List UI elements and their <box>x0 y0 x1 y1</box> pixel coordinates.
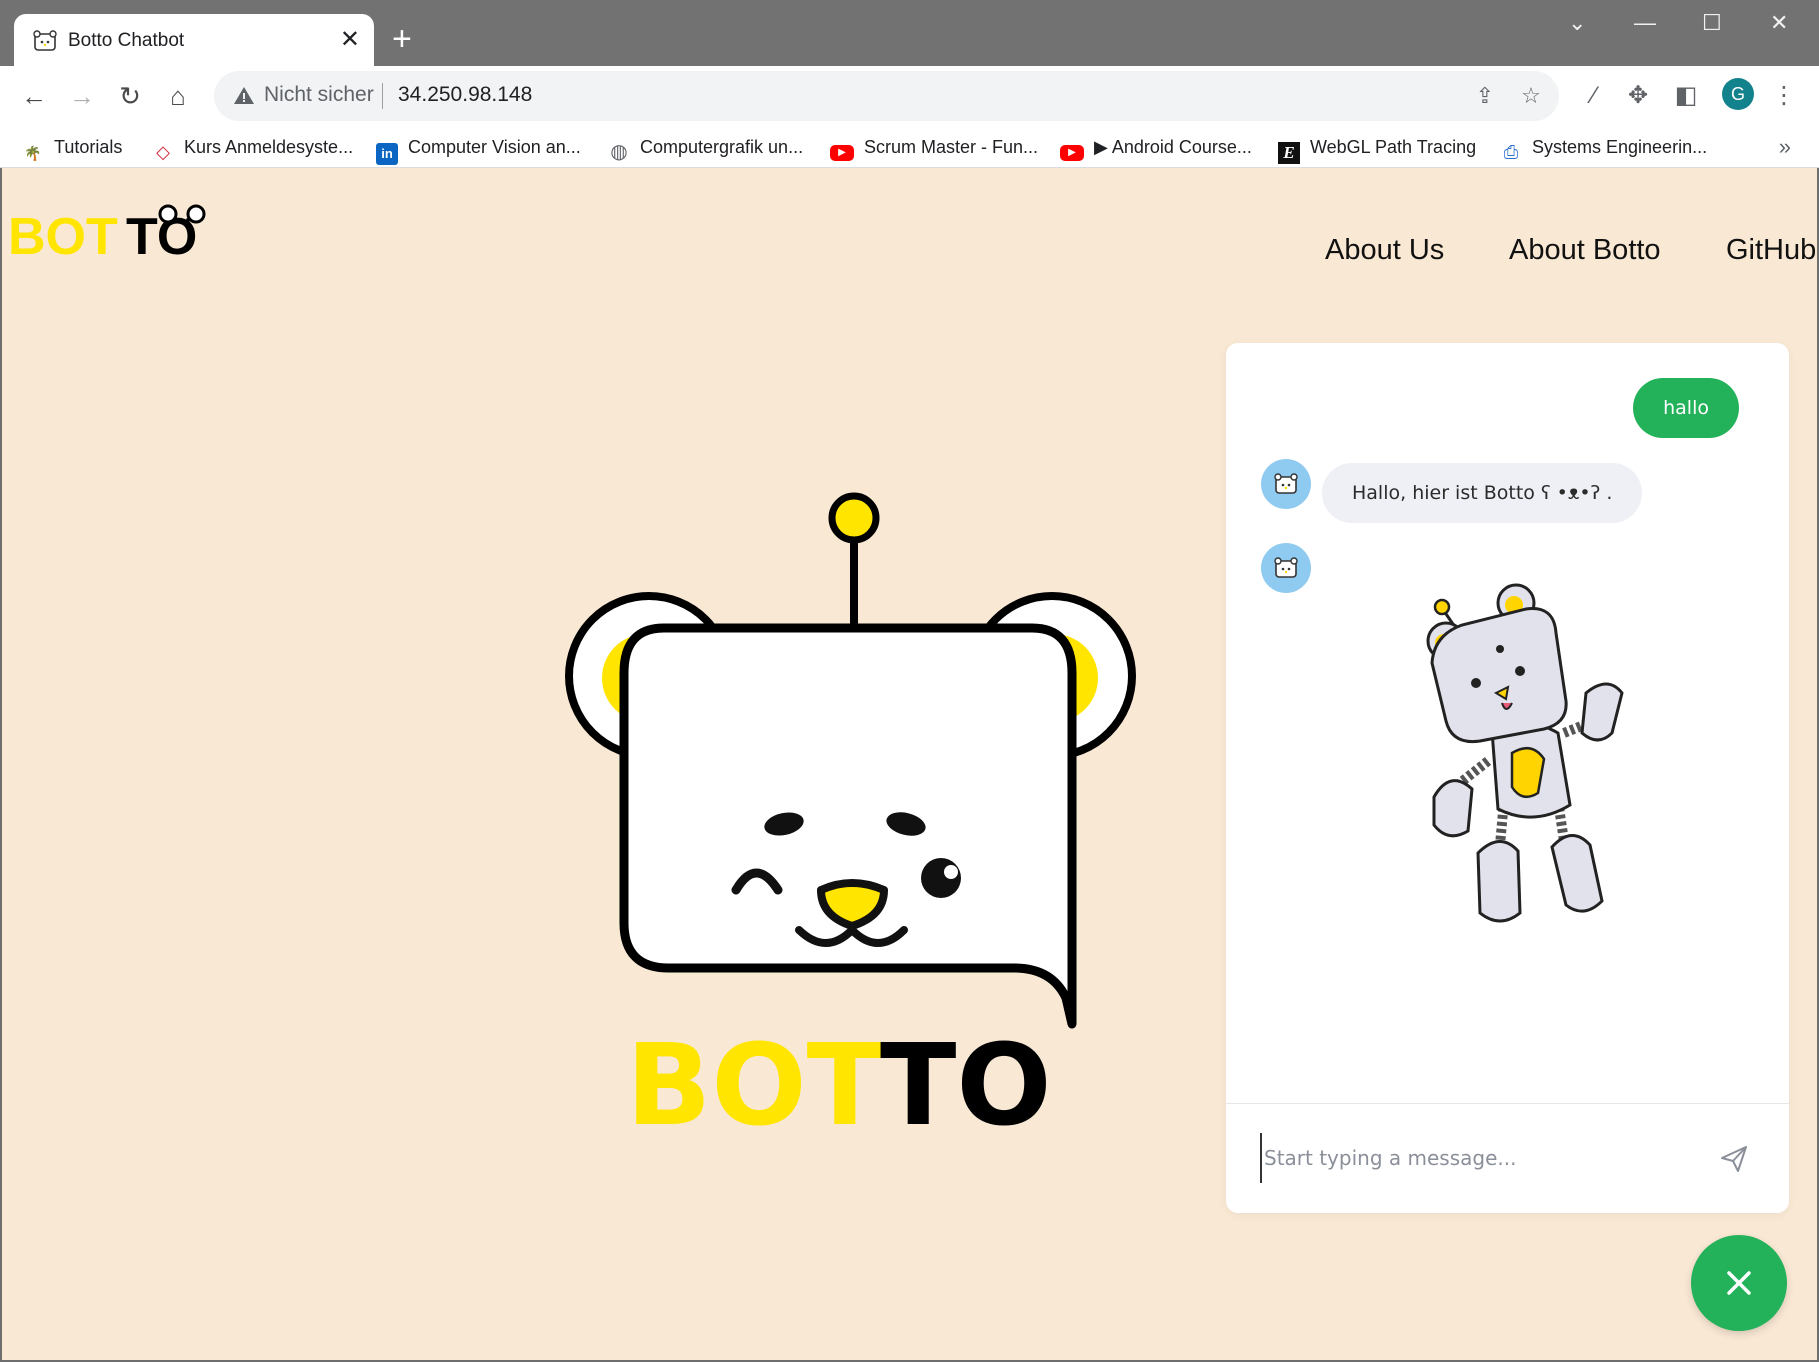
bookmark-item[interactable]: ▶ Scrum Master - Fun... <box>830 132 1038 162</box>
palm-tree-icon: 🌴 <box>24 145 42 161</box>
side-panel-icon[interactable]: ◧ <box>1670 80 1702 112</box>
omnibox-separator <box>382 83 383 109</box>
nav-about-us[interactable]: About Us <box>1325 234 1444 267</box>
home-icon[interactable]: ⌂ <box>160 78 196 114</box>
sticker-right-foot <box>1550 834 1604 913</box>
youtube-icon: ▶ <box>830 145 854 161</box>
paper-plane-icon[interactable] <box>1718 1143 1750 1175</box>
e-logo-icon: E <box>1278 142 1300 164</box>
logo-bot-text: BOT <box>8 208 118 258</box>
sticker-left-arm <box>1432 779 1474 838</box>
botto-hero-illustration: BOT TO <box>565 492 1136 1128</box>
bookmark-label: Computergrafik un... <box>640 137 804 157</box>
bookmark-label: Tutorials <box>54 137 123 157</box>
browser-titlebar: Botto Chatbot ✕ + ⌄ — ☐ ✕ <box>0 0 1819 68</box>
close-icon <box>1727 1271 1751 1295</box>
sticker-head <box>1430 607 1568 744</box>
bot-avatar <box>1261 459 1311 509</box>
sticker-antenna-ball <box>1433 598 1451 616</box>
right-eye <box>921 858 961 898</box>
bot-message-bubble: Hallo, hier ist Botto ʕ •ᴥ•ʔ . <box>1322 463 1643 523</box>
reload-icon[interactable]: ↻ <box>112 78 148 114</box>
antenna-ball <box>828 492 880 544</box>
bookmark-item[interactable]: ◍ Computergrafik un... <box>608 132 804 163</box>
pen-icon[interactable]: ⁄ <box>1578 80 1610 112</box>
bookmarks-bar: 🌴 Tutorials ◇ Kurs Anmeldesyste... in Compu… <box>0 126 1819 168</box>
logo-eye <box>176 218 180 222</box>
bookmark-item[interactable]: E WebGL Path Tracing <box>1278 132 1477 164</box>
sticker-left-foot <box>1476 840 1522 923</box>
bookmark-item[interactable]: in Computer Vision an... <box>376 132 581 165</box>
nav-github[interactable]: GitHub <box>1726 234 1816 267</box>
url-text[interactable]: 34.250.98.148 <box>398 83 532 107</box>
new-tab-button[interactable]: + <box>392 22 412 56</box>
window-close-icon[interactable]: ✕ <box>1770 10 1788 36</box>
maximize-icon[interactable]: ☐ <box>1702 10 1722 36</box>
extensions-icon[interactable]: ✥ <box>1622 80 1654 112</box>
sticker-brow <box>1496 645 1504 653</box>
hero-bot-text: BOT <box>626 1021 883 1128</box>
logo-eye <box>186 218 190 222</box>
address-bar[interactable]: Nicht sicher 34.250.98.148 ⇪ ☆ <box>214 71 1559 121</box>
tab-title: Botto Chatbot <box>68 30 185 51</box>
bookmark-label: Computer Vision an... <box>408 137 581 157</box>
globe-icon: ◍ <box>610 141 628 163</box>
sticker-belly <box>1510 746 1546 799</box>
site-logo[interactable]: BOT TO <box>6 198 206 258</box>
back-icon[interactable]: ← <box>16 78 52 114</box>
bookmark-label: Scrum Master - Fun... <box>864 137 1039 157</box>
botto-favicon-icon <box>33 30 57 51</box>
message-input[interactable] <box>1260 1133 1700 1183</box>
botto-avatar-icon <box>1274 557 1298 578</box>
linkedin-icon: in <box>376 143 398 165</box>
chat-divider <box>1226 1103 1789 1104</box>
eye-highlight <box>944 865 958 879</box>
close-chat-button[interactable] <box>1691 1235 1787 1331</box>
warning-icon <box>234 87 254 104</box>
bookmarks-overflow-button[interactable]: » <box>1779 134 1791 160</box>
nav-about-botto[interactable]: About Botto <box>1509 234 1661 267</box>
sticker-eye <box>1471 678 1481 688</box>
bookmark-item[interactable]: 🌴 Tutorials <box>22 132 122 162</box>
bookmark-item[interactable]: ▶ ▶ Android Course... <box>1060 132 1252 162</box>
share-icon[interactable]: ⇪ <box>1472 83 1498 109</box>
youtube-icon: ▶ <box>1060 145 1084 161</box>
bookmark-item[interactable]: ◇ Kurs Anmeldesyste... <box>152 132 353 162</box>
forward-icon[interactable]: → <box>64 78 100 114</box>
bookmark-label: WebGL Path Tracing <box>1310 137 1477 157</box>
bookmark-star-icon[interactable]: ☆ <box>1518 83 1544 109</box>
bookmark-label: Kurs Anmeldesyste... <box>184 137 354 157</box>
botto-robot-sticker <box>1426 583 1624 923</box>
browser-tab[interactable]: Botto Chatbot ✕ <box>14 14 374 68</box>
logo-ear-right <box>186 204 206 224</box>
document-icon: ⎙ <box>1503 142 1519 162</box>
head-bubble <box>619 623 1077 1029</box>
menu-icon[interactable]: ⋮ <box>1768 80 1800 112</box>
minimize-icon[interactable]: — <box>1634 10 1656 36</box>
bookmark-label: ▶ Android Course... <box>1094 137 1252 157</box>
tab-search-icon[interactable]: ⌄ <box>1568 10 1586 36</box>
hero-to-text: TO <box>880 1021 1052 1128</box>
bookmark-label: Systems Engineerin... <box>1532 137 1708 157</box>
tab-close-button[interactable]: ✕ <box>340 26 360 54</box>
user-message-bubble: hallo <box>1633 378 1739 438</box>
sticker-arm-joint <box>1456 757 1492 787</box>
sticker-right-arm <box>1580 682 1624 742</box>
sticker-eye <box>1515 666 1525 676</box>
bookmark-item[interactable]: ⎙ Systems Engineerin... <box>1500 132 1707 162</box>
security-label[interactable]: Nicht sicher <box>264 83 374 107</box>
botto-page: BOT TO About Us About Botto GitHub BOT T… <box>0 168 1819 1362</box>
browser-toolbar: ← → ↻ ⌂ Nicht sicher 34.250.98.148 ⇪ ☆ ⁄… <box>0 66 1819 126</box>
logo-ear-left <box>158 204 178 224</box>
red-diamond-icon: ◇ <box>156 142 170 162</box>
profile-avatar[interactable]: G <box>1722 78 1754 110</box>
bot-avatar <box>1261 543 1311 593</box>
botto-avatar-icon <box>1274 473 1298 494</box>
chat-window: hallo Hallo, hier ist Botto ʕ •ᴥ•ʔ . <box>1226 343 1789 1213</box>
